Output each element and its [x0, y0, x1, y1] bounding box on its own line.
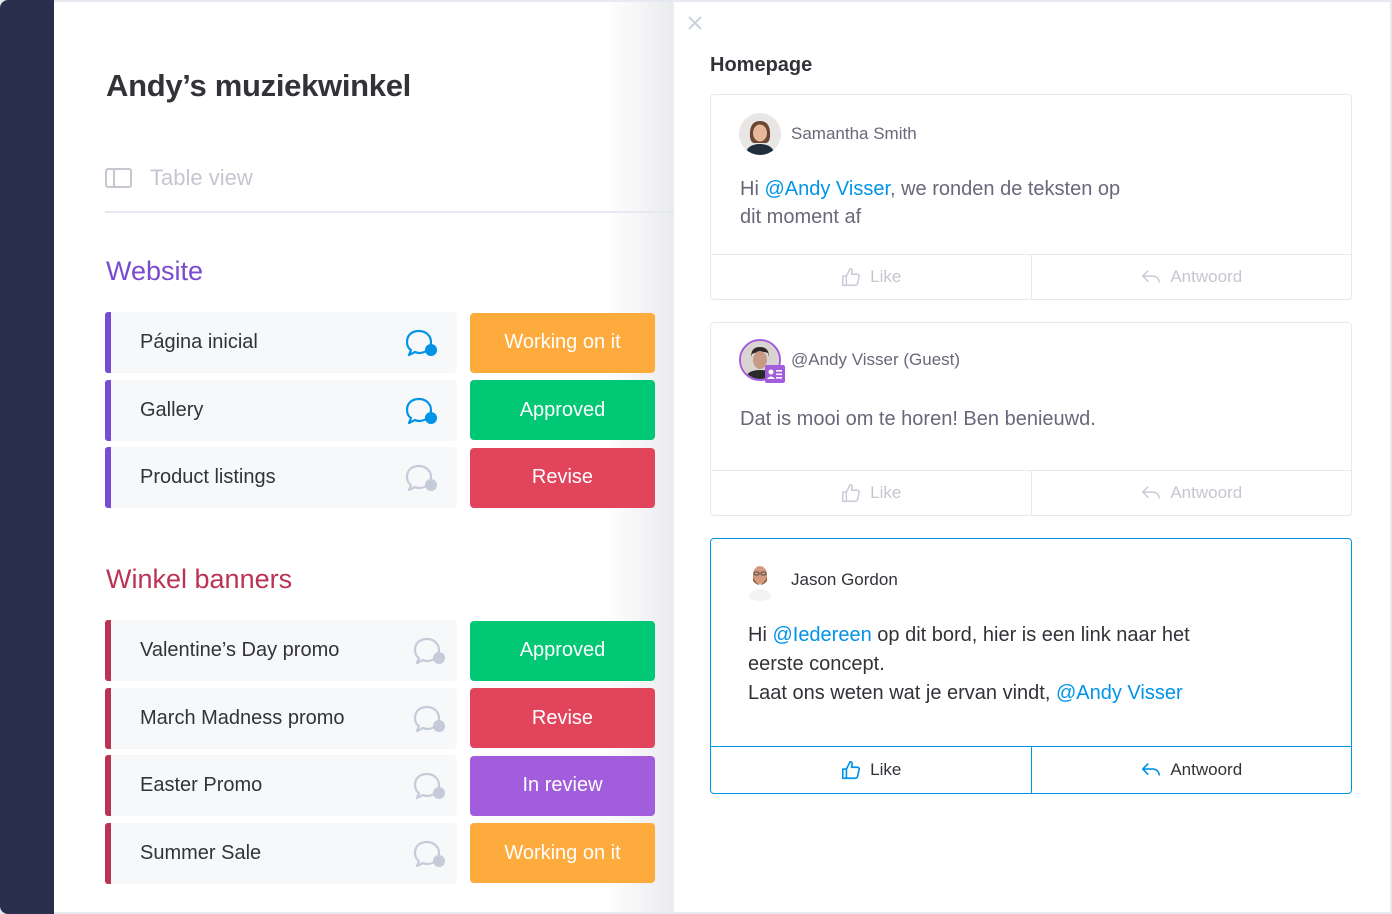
- reply-button[interactable]: Antwoord: [1030, 747, 1352, 793]
- item-row[interactable]: Easter Promo: [105, 755, 457, 816]
- status-label[interactable]: Revise: [470, 447, 655, 508]
- table-view-label: Table view: [150, 165, 253, 190]
- avatar-jason-gordon[interactable]: [739, 559, 781, 601]
- item-row[interactable]: Product listings: [105, 447, 457, 508]
- update-card-active: Jason Gordon Hi @Iedereen op dit bord, h…: [710, 538, 1352, 794]
- item-name[interactable]: Summer Sale: [140, 842, 261, 865]
- group-color-bar: [105, 312, 111, 373]
- status-label[interactable]: In review: [470, 755, 655, 816]
- updates-panel: Homepage Samantha Smith Hi @Andy Visser,…: [674, 2, 1390, 912]
- group-color-bar: [105, 379, 111, 441]
- like-button[interactable]: Like: [711, 471, 1031, 515]
- like-label: Like: [870, 760, 902, 779]
- table-view-icon: [105, 168, 132, 188]
- thumbs-up-icon: [842, 760, 861, 780]
- item-row[interactable]: Página inicial: [105, 312, 457, 373]
- status-label[interactable]: Revise: [470, 688, 655, 748]
- group-color-bar: [105, 687, 111, 749]
- panel-title: Homepage: [710, 54, 813, 76]
- updates-chat-icon[interactable]: [405, 463, 439, 493]
- reply-label: Antwoord: [1170, 267, 1243, 286]
- update-author[interactable]: Jason Gordon: [791, 570, 898, 590]
- reply-label: Antwoord: [1170, 483, 1243, 502]
- update-author[interactable]: @Andy Visser (Guest): [791, 350, 960, 370]
- mention-link[interactable]: @Andy Visser: [764, 178, 890, 200]
- thumbs-up-icon: [842, 484, 861, 502]
- update-actions: Like Antwoord: [711, 254, 1351, 299]
- guest-badge-icon: [765, 365, 785, 383]
- updates-chat-icon[interactable]: [413, 771, 447, 801]
- thumbs-up-icon: [842, 268, 861, 286]
- like-button[interactable]: Like: [711, 747, 1031, 793]
- update-message: Hi @Andy Visser, we ronden de teksten op…: [740, 178, 1121, 228]
- group-title-winkel-banners[interactable]: Winkel banners: [106, 564, 292, 595]
- group-color-bar: [105, 620, 111, 681]
- group-color-bar: [105, 755, 111, 816]
- item-name[interactable]: Página inicial: [140, 331, 258, 354]
- update-message: Dat is mooi om te horen! Ben benieuwd.: [740, 408, 1096, 430]
- update-author[interactable]: Samantha Smith: [791, 124, 917, 144]
- item-row[interactable]: Summer Sale: [105, 822, 457, 884]
- updates-chat-icon[interactable]: [413, 839, 447, 869]
- reply-icon: [1142, 762, 1161, 776]
- update-actions: Like Antwoord: [711, 746, 1351, 793]
- updates-chat-icon[interactable]: [413, 636, 447, 666]
- mention-link[interactable]: @Andy Visser: [1056, 682, 1183, 704]
- update-message: Hi @Iedereen op dit bord, hier is een li…: [748, 624, 1190, 704]
- reply-icon: [1142, 270, 1161, 283]
- item-name[interactable]: Easter Promo: [140, 774, 262, 797]
- reply-button[interactable]: Antwoord: [1030, 255, 1352, 299]
- item-name[interactable]: March Madness promo: [140, 707, 345, 730]
- group-color-bar: [105, 447, 111, 508]
- left-sidebar: [0, 0, 54, 914]
- app-frame: Andy’s muziekwinkel Table view Website P…: [0, 0, 1392, 914]
- updates-chat-icon[interactable]: [413, 704, 447, 734]
- group-color-bar: [105, 822, 111, 884]
- view-divider: [105, 211, 674, 213]
- updates-chat-icon[interactable]: [405, 328, 439, 358]
- mention-link[interactable]: @Iedereen: [772, 624, 871, 646]
- update-card: Samantha Smith Hi @Andy Visser, we ronde…: [710, 94, 1352, 300]
- reply-button[interactable]: Antwoord: [1030, 471, 1352, 515]
- avatar-samantha-smith[interactable]: [739, 113, 781, 155]
- updates-chat-icon[interactable]: [405, 396, 439, 426]
- item-row[interactable]: March Madness promo: [105, 687, 457, 749]
- reply-label: Antwoord: [1170, 760, 1243, 779]
- item-name[interactable]: Valentine’s Day promo: [140, 639, 339, 662]
- reply-icon: [1142, 486, 1161, 499]
- like-label: Like: [870, 483, 902, 502]
- update-actions: Like Antwoord: [711, 470, 1351, 515]
- close-icon[interactable]: [686, 14, 704, 32]
- board-area: Andy’s muziekwinkel Table view Website P…: [54, 2, 674, 912]
- item-name[interactable]: Gallery: [140, 399, 203, 422]
- item-row[interactable]: Valentine’s Day promo: [105, 620, 457, 681]
- item-row[interactable]: Gallery: [105, 379, 457, 441]
- update-card: @Andy Visser (Guest) Dat is mooi om te h…: [710, 322, 1352, 516]
- status-label[interactable]: Approved: [470, 380, 655, 440]
- item-name[interactable]: Product listings: [140, 466, 276, 489]
- table-view-tab[interactable]: Table view: [105, 165, 253, 191]
- like-label: Like: [870, 267, 902, 286]
- status-label[interactable]: Approved: [470, 620, 655, 681]
- like-button[interactable]: Like: [711, 255, 1031, 299]
- status-label[interactable]: Working on it: [470, 823, 655, 883]
- board-title: Andy’s muziekwinkel: [106, 68, 411, 103]
- status-label[interactable]: Working on it: [470, 312, 655, 373]
- group-title-website[interactable]: Website: [106, 256, 203, 287]
